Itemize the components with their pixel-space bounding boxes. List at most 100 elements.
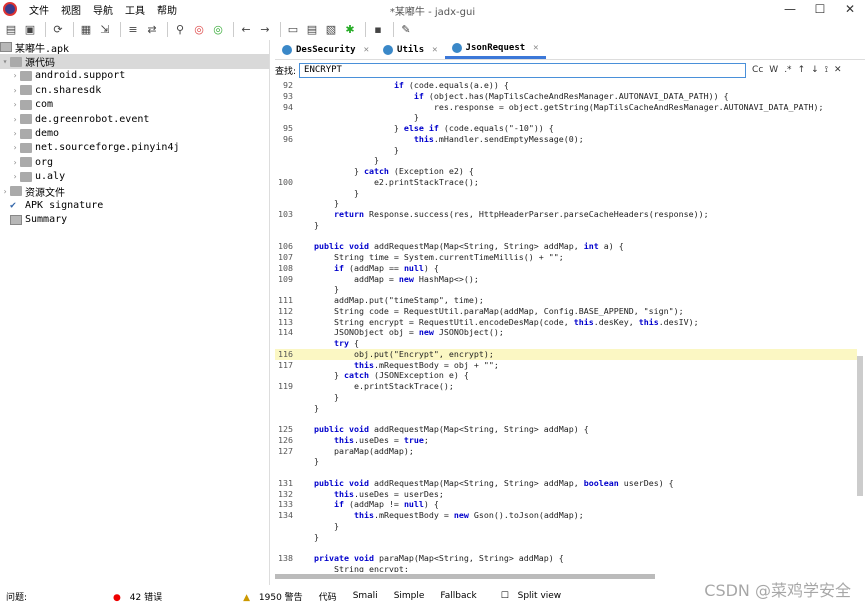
menu-help[interactable]: 帮助 [157, 2, 177, 17]
chevron-right-icon[interactable]: › [10, 100, 20, 109]
code-text: } [314, 520, 339, 531]
tree-package[interactable]: › org [0, 155, 269, 169]
line-number [275, 413, 293, 424]
tab-utils[interactable]: Utils ✕ [376, 40, 445, 59]
tree-icon[interactable]: ▭ [285, 21, 301, 37]
package-icon [20, 171, 32, 182]
split-view-checkbox[interactable]: ☐ Split view [501, 591, 561, 601]
forward-icon[interactable]: → [257, 21, 273, 37]
class-icon [383, 44, 394, 55]
search-input[interactable]: ENCRYPT [299, 62, 747, 78]
tree-resources[interactable]: › 资源文件 [0, 184, 269, 199]
close-tab-icon[interactable]: ✕ [432, 45, 437, 55]
code-line: } [275, 198, 857, 209]
sync-icon[interactable]: ⇄ [144, 21, 160, 37]
chevron-right-icon[interactable]: › [10, 115, 20, 124]
code-text: if (addMap == null) { [333, 262, 439, 273]
back-icon[interactable]: ← [238, 21, 254, 37]
code-text: } [314, 402, 319, 413]
menu-nav[interactable]: 导航 [93, 2, 113, 17]
tree-apk-signature[interactable]: ✔ APK signature [0, 198, 269, 212]
maximize-icon[interactable]: ☐ [805, 0, 835, 18]
search-icon[interactable]: ⚲ [172, 21, 188, 37]
error-icon: ● [113, 592, 121, 603]
tab-des-security[interactable]: DesSecurity ✕ [275, 40, 376, 59]
refresh-icon[interactable]: ⟳ [50, 21, 66, 37]
prev-result-icon[interactable]: ↑ [798, 65, 806, 75]
debug-icon[interactable]: ✱ [342, 21, 358, 37]
menu-file[interactable]: 文件 [29, 2, 49, 17]
whole-word-button[interactable]: W [769, 65, 778, 75]
chevron-right-icon[interactable]: › [10, 143, 20, 152]
vertical-scrollbar[interactable] [857, 356, 863, 496]
tab-code[interactable]: 代码 [319, 590, 337, 603]
code-text: res.response = object.getString(MapTilsC… [314, 101, 824, 112]
search-usage-icon[interactable]: ◎ [210, 21, 226, 37]
package-icon [20, 128, 32, 139]
code-text: } catch (Exception e2) { [314, 166, 474, 176]
tree-package[interactable]: › demo [0, 126, 269, 140]
horizontal-scrollbar[interactable] [275, 574, 655, 579]
log-icon[interactable]: ▪ [370, 21, 386, 37]
expand-icon[interactable]: ≡ [125, 21, 141, 37]
code-line: } [275, 521, 857, 532]
tree-package[interactable]: › de.greenrobot.event [0, 112, 269, 126]
tab-json-request[interactable]: JsonRequest ✕ [444, 40, 546, 59]
chevron-down-icon[interactable]: ▾ [0, 57, 10, 66]
next-result-icon[interactable]: ↓ [811, 65, 819, 75]
line-number [275, 564, 293, 572]
settings-icon[interactable]: ✎ [398, 21, 414, 37]
tree-apk-root[interactable]: 某嘟牛.apk [0, 40, 269, 55]
chevron-right-icon[interactable]: › [10, 71, 20, 80]
tree-package[interactable]: › com [0, 98, 269, 112]
code-editor[interactable]: 92 if (code.equals(a.e)) {93 if (object.… [275, 80, 857, 572]
regex-button[interactable]: .* [784, 65, 791, 75]
mark-all-icon[interactable]: ⟟ [825, 65, 828, 75]
tree-source[interactable]: ▾ 源代码 [0, 54, 269, 69]
tree-package[interactable]: › cn.sharesdk [0, 83, 269, 97]
tab-simple[interactable]: Simple [394, 591, 425, 601]
package-label: com [35, 99, 54, 111]
toolbar: ▤ ▣ ⟳ ▦ ⇲ ≡ ⇄ ⚲ ◎ ◎ ← → ▭ ▤ ▧ ✱ ▪ ✎ [0, 18, 865, 40]
close-search-icon[interactable]: ✕ [834, 65, 842, 75]
tree-package[interactable]: › u.aly [0, 170, 269, 184]
line-number [275, 456, 293, 467]
close-icon[interactable]: ✕ [835, 0, 865, 18]
export-icon[interactable]: ⇲ [97, 21, 113, 37]
warning-count[interactable]: ▲ 1950 警告 [237, 590, 303, 603]
chevron-right-icon[interactable]: › [10, 129, 20, 138]
save-icon[interactable]: ▣ [22, 21, 38, 37]
chevron-right-icon[interactable]: › [10, 86, 20, 95]
decompile-icon[interactable]: ▤ [304, 21, 320, 37]
code-line: } [275, 155, 857, 166]
warning-count-label: 1950 警告 [258, 592, 303, 603]
minimize-icon[interactable]: — [775, 0, 805, 18]
code-text: try { [333, 338, 359, 348]
case-sensitive-button[interactable]: Cc [752, 65, 763, 75]
recent-icon[interactable]: ▧ [323, 21, 339, 37]
search-label: 查找: [275, 66, 297, 77]
tab-fallback[interactable]: Fallback [440, 591, 476, 601]
open-icon[interactable]: ▤ [3, 21, 19, 37]
package-label: u.aly [35, 171, 66, 183]
menu-tools[interactable]: 工具 [125, 2, 145, 17]
code-text: } [314, 391, 339, 402]
chevron-right-icon[interactable]: › [0, 187, 10, 196]
line-number [275, 231, 293, 242]
menu-view[interactable]: 视图 [61, 2, 81, 17]
tab-smali[interactable]: Smali [353, 591, 378, 601]
chevron-right-icon[interactable]: › [10, 158, 20, 167]
search-bar: 查找: ENCRYPT Cc W .* ↑ ↓ ⟟ ✕ [275, 62, 865, 78]
search-class-icon[interactable]: ◎ [191, 21, 207, 37]
tree-package[interactable]: › net.sourceforge.pinyin4j [0, 141, 269, 155]
save-all-icon[interactable]: ▦ [78, 21, 94, 37]
error-count[interactable]: ● 42 错误 [107, 590, 162, 603]
chevron-right-icon[interactable]: › [10, 172, 20, 181]
tree-summary[interactable]: Summary [0, 213, 269, 227]
line-number: 96 [283, 133, 293, 144]
code-text: } [314, 187, 359, 198]
close-tab-icon[interactable]: ✕ [364, 45, 369, 55]
tree-package[interactable]: › android.support [0, 69, 269, 83]
close-tab-icon[interactable]: ✕ [533, 43, 538, 53]
